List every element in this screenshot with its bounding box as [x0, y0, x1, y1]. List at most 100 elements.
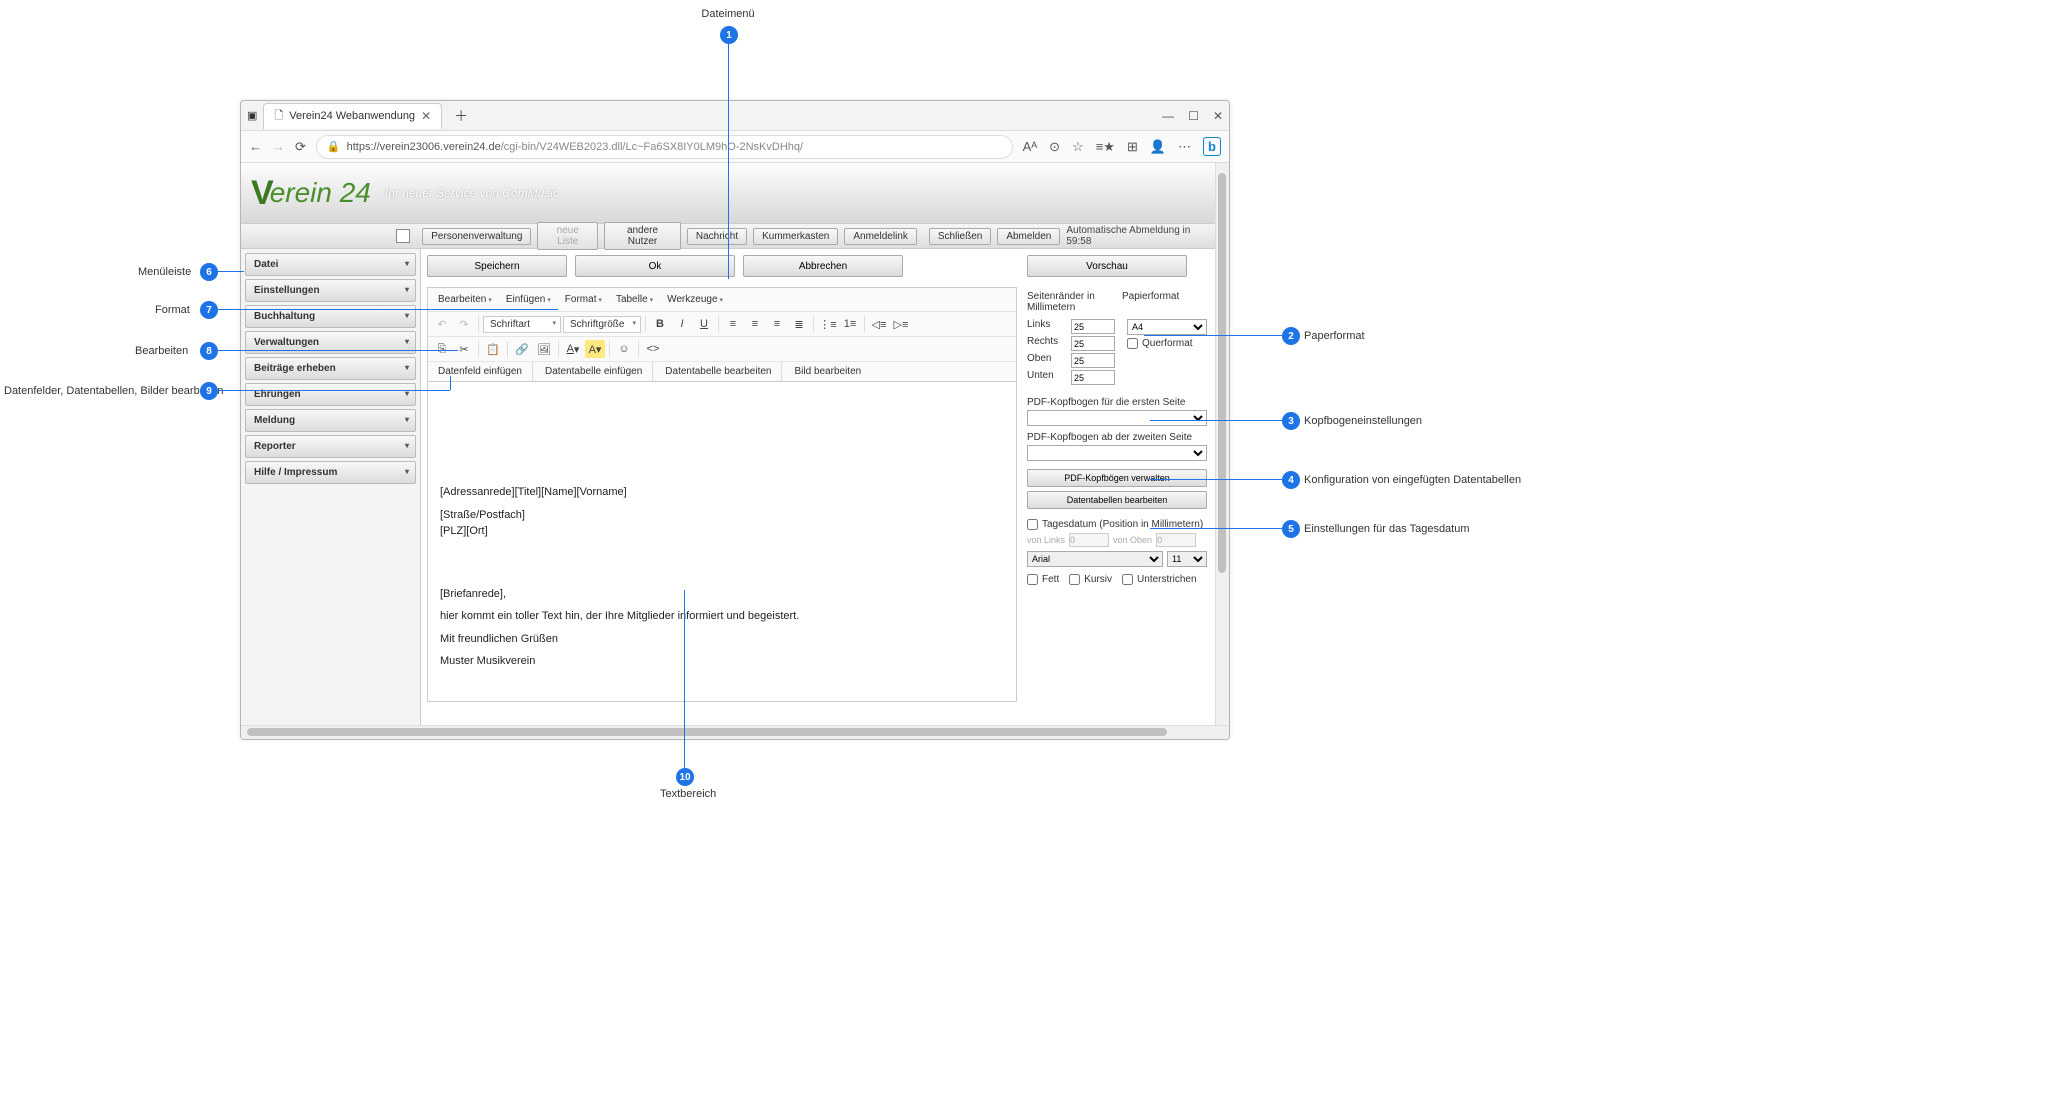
vertical-scrollbar[interactable]: [1215, 163, 1229, 725]
forward-icon: →: [272, 139, 285, 154]
unten-input[interactable]: [1071, 370, 1115, 385]
italic-icon[interactable]: I: [672, 315, 692, 333]
date-font-select[interactable]: Arial: [1027, 551, 1163, 567]
tb-werkzeuge[interactable]: Werkzeuge: [661, 291, 729, 308]
abbrechen-button[interactable]: Abbrechen: [743, 255, 903, 277]
align-left-icon[interactable]: ≡: [723, 315, 743, 333]
sidebar-beitraege[interactable]: Beiträge erheben: [245, 357, 416, 380]
callout-line: [218, 271, 244, 272]
emoji-icon[interactable]: ☺: [614, 340, 634, 358]
new-tab-button[interactable]: ＋: [448, 106, 474, 126]
sidebar-meldung[interactable]: Meldung: [245, 409, 416, 432]
papierformat-select[interactable]: A4: [1127, 319, 1207, 335]
datentabellen-button[interactable]: Datentabellen bearbeiten: [1027, 491, 1207, 509]
personenverwaltung-button[interactable]: Personenverwaltung: [422, 228, 531, 245]
bild-bearb-button[interactable]: Bild bearbeiten: [784, 362, 871, 381]
tagesdatum-check[interactable]: [1027, 519, 1038, 530]
star-icon[interactable]: ☆: [1072, 139, 1084, 155]
stop-icon[interactable]: [396, 229, 410, 243]
font-family-select[interactable]: Schriftart: [483, 316, 561, 333]
minimize-icon[interactable]: —: [1162, 109, 1174, 123]
indent-icon[interactable]: ▷≡: [891, 315, 911, 333]
more-icon[interactable]: ⋯: [1178, 139, 1191, 155]
cut-icon[interactable]: ✂: [454, 340, 474, 358]
close-tab-icon[interactable]: ✕: [421, 109, 431, 123]
tb-bearbeiten[interactable]: Bearbeiten: [432, 291, 498, 308]
sidebar-ehrungen[interactable]: Ehrungen: [245, 383, 416, 406]
fett-check[interactable]: [1027, 574, 1038, 585]
datenfeld-button[interactable]: Datenfeld einfügen: [428, 362, 533, 381]
pdf2-select[interactable]: [1027, 445, 1207, 461]
kopfboegen-button[interactable]: PDF-Kopfbögen verwalten: [1027, 469, 1207, 487]
andere-nutzer-button[interactable]: andere Nutzer: [604, 222, 681, 250]
reader-icon[interactable]: Aᴬ: [1023, 139, 1038, 154]
sidebar-datei[interactable]: Datei: [245, 253, 416, 276]
callout-num-7: 7: [200, 301, 218, 319]
number-list-icon[interactable]: 1≡: [840, 315, 860, 333]
link-icon[interactable]: 🔗: [512, 340, 532, 358]
bing-icon[interactable]: b: [1203, 137, 1221, 156]
callout-num-1: 1: [720, 26, 738, 44]
callout-num-9: 9: [200, 382, 218, 400]
sidebar: Datei Einstellungen Buchhaltung Verwaltu…: [241, 249, 421, 725]
image-icon[interactable]: 🖼: [534, 340, 554, 358]
copy-icon[interactable]: ⎘: [432, 340, 452, 358]
highlight-icon[interactable]: A▾: [585, 340, 605, 358]
align-center-icon[interactable]: ≡: [745, 315, 765, 333]
address-bar: ← → ⟳ 🔒 https://verein23006.verein24.de/…: [241, 131, 1229, 163]
editor-line: Mit freundlichen Grüßen: [440, 631, 1004, 648]
unter-check[interactable]: [1122, 574, 1133, 585]
profile-icon[interactable]: 👤: [1150, 139, 1166, 155]
tabs-icon[interactable]: ▣: [247, 109, 257, 122]
sidebar-hilfe[interactable]: Hilfe / Impressum: [245, 461, 416, 484]
abmelden-button[interactable]: Abmelden: [997, 228, 1060, 245]
close-window-icon[interactable]: ✕: [1213, 109, 1223, 123]
tb-einfuegen[interactable]: Einfügen: [500, 291, 557, 308]
code-icon[interactable]: <>: [643, 340, 663, 358]
outdent-icon[interactable]: ◁≡: [869, 315, 889, 333]
kummerkasten-button[interactable]: Kummerkasten: [753, 228, 838, 245]
speichern-button[interactable]: Speichern: [427, 255, 567, 277]
vorschau-button[interactable]: Vorschau: [1027, 255, 1187, 277]
datentabelle-einf-button[interactable]: Datentabelle einfügen: [535, 362, 653, 381]
url-field[interactable]: 🔒 https://verein23006.verein24.de/cgi-bi…: [316, 135, 1013, 159]
text-color-icon[interactable]: A▾: [563, 340, 583, 358]
anmeldelink-button[interactable]: Anmeldelink: [844, 228, 916, 245]
paste-icon[interactable]: 📋: [483, 340, 503, 358]
text-editor[interactable]: [Adressanrede][Titel][Name][Vorname] [St…: [427, 382, 1017, 702]
back-icon[interactable]: ←: [249, 139, 262, 154]
callout-num-10: 10: [676, 768, 694, 786]
date-size-select[interactable]: 11: [1167, 551, 1207, 567]
schliessen-button[interactable]: Schließen: [929, 228, 991, 245]
bold-icon[interactable]: B: [650, 315, 670, 333]
callout-num-3: 3: [1282, 412, 1300, 430]
oben-input[interactable]: [1071, 353, 1115, 368]
sidebar-reporter[interactable]: Reporter: [245, 435, 416, 458]
ok-button[interactable]: Ok: [575, 255, 735, 277]
tab-title: Verein24 Webanwendung: [289, 110, 415, 122]
datentabelle-bearb-button[interactable]: Datentabelle bearbeiten: [655, 362, 782, 381]
kursiv-check[interactable]: [1069, 574, 1080, 585]
pdf1-select[interactable]: [1027, 410, 1207, 426]
font-size-select[interactable]: Schriftgröße: [563, 316, 641, 333]
querformat-check[interactable]: [1127, 338, 1138, 349]
tb-format[interactable]: Format: [559, 291, 608, 308]
align-justify-icon[interactable]: ≣: [789, 315, 809, 333]
links-input[interactable]: [1071, 319, 1115, 334]
tb-tabelle[interactable]: Tabelle: [610, 291, 659, 308]
underline-icon[interactable]: U: [694, 315, 714, 333]
rechts-input[interactable]: [1071, 336, 1115, 351]
callout-label-5: Einstellungen für das Tagesdatum: [1304, 523, 1470, 535]
search-addr-icon[interactable]: ⊙: [1049, 139, 1060, 155]
bullet-list-icon[interactable]: ⋮≡: [818, 315, 838, 333]
browser-tab[interactable]: 🗋 Verein24 Webanwendung ✕: [263, 103, 442, 129]
collections-icon[interactable]: ⊞: [1127, 139, 1138, 155]
nachricht-button[interactable]: Nachricht: [687, 228, 747, 245]
align-right-icon[interactable]: ≡: [767, 315, 787, 333]
sidebar-einstellungen[interactable]: Einstellungen: [245, 279, 416, 302]
editor-line: hier kommt ein toller Text hin, der Ihre…: [440, 608, 1004, 625]
refresh-icon[interactable]: ⟳: [295, 139, 306, 155]
horizontal-scrollbar[interactable]: [241, 725, 1229, 739]
maximize-icon[interactable]: ☐: [1188, 109, 1199, 123]
favorites-icon[interactable]: ≡★: [1096, 139, 1115, 155]
